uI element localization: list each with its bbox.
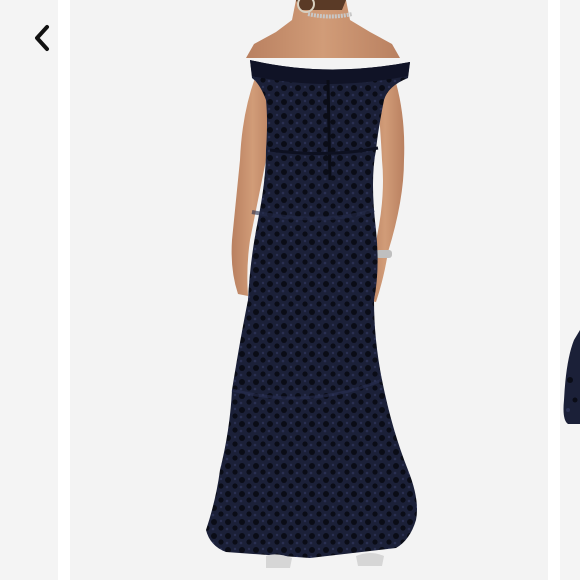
image-carousel[interactable] [0,0,580,580]
shoe-right [356,553,384,566]
carousel-gap [58,0,70,580]
back-button[interactable] [22,18,62,58]
next-image-preview [563,330,580,424]
main-product-image[interactable] [70,0,548,580]
shoe-left [266,554,292,568]
dress-photo [206,0,417,568]
bracelet [376,250,392,258]
carousel-gap [548,0,560,580]
previous-image-panel[interactable] [0,0,58,580]
next-image-panel[interactable] [560,0,580,580]
chevron-left-icon [35,25,49,51]
